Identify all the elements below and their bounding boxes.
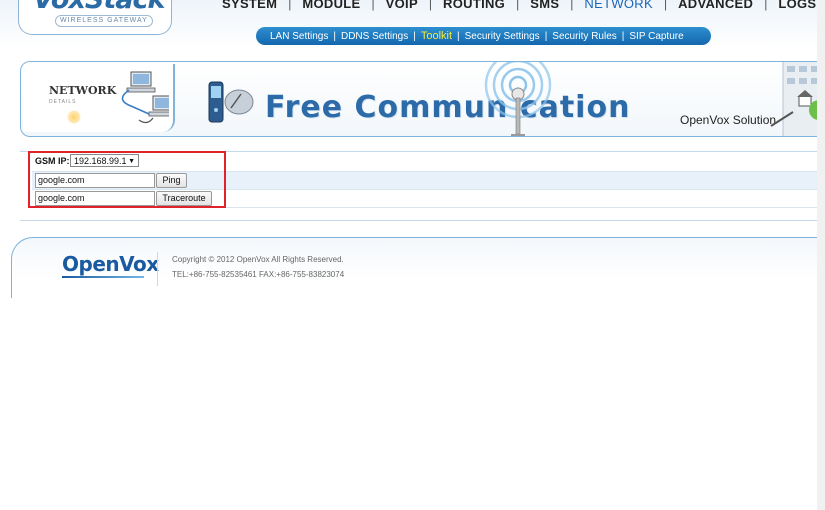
antenna-icon [484,62,552,136]
nav-separator: | [570,0,574,11]
brand-subtitle: WIRELESS GATEWAY [55,15,153,27]
footer-logo-underline [62,276,144,278]
sub-nav: LAN Settings | DDNS Settings | Toolkit |… [256,27,711,45]
subnav-toolkit[interactable]: Toolkit [421,30,452,42]
footer-contact: TEL:+86-755-82535461 FAX:+86-755-8382307… [172,270,345,279]
subnav-security-rules[interactable]: Security Rules [552,31,616,42]
nav-sms[interactable]: SMS [530,0,559,11]
subnav-security-settings[interactable]: Security Settings [465,31,540,42]
nav-network[interactable]: NETWORK [584,0,653,11]
section-header: NETWORK DETAILS [23,64,175,132]
header: VoxStack WIRELESS GATEWAY SYSTEM | MODUL… [0,0,825,48]
subnav-ddns-settings[interactable]: DDNS Settings [341,31,408,42]
section-subtitle: DETAILS [49,99,77,105]
footer-copyright: Copyright © 2012 OpenVox All Rights Rese… [172,255,344,264]
subnav-separator: | [413,30,416,42]
main-nav: SYSTEM | MODULE | VOIP | ROUTING | SMS |… [222,0,816,11]
subnav-separator: | [621,30,625,42]
scrollbar[interactable] [817,0,825,510]
subnav-lan-settings[interactable]: LAN Settings [270,31,328,42]
subnav-separator: | [544,30,548,42]
highlight-box [28,151,226,208]
nav-separator: | [663,0,668,11]
footer-divider [157,252,158,286]
banner: NETWORK DETAILS Free Commun cation OpenV [20,61,825,137]
nav-module[interactable]: MODULE [302,0,360,11]
nav-routing[interactable]: ROUTING [443,0,505,11]
nav-separator: | [516,0,520,11]
sun-icon [67,110,81,124]
nav-advanced[interactable]: ADVANCED [678,0,753,11]
network-computers-icon [121,71,169,124]
nav-voip[interactable]: VOIP [386,0,418,11]
subnav-separator: | [333,30,336,42]
nav-separator: | [764,0,768,11]
banner-slogan: Free Commun cation [265,90,631,125]
subnav-separator: | [457,30,460,42]
brand-logo[interactable]: VoxStack WIRELESS GATEWAY [18,0,172,35]
nav-system[interactable]: SYSTEM [222,0,277,11]
nav-separator: | [288,0,292,11]
nav-separator: | [371,0,375,11]
banner-solution-text: OpenVox Solution [680,113,777,127]
panel-bottom-border [20,220,825,221]
footer-logo: OpenVox [62,252,159,276]
mobile-phone-icon [208,81,254,123]
section-title: NETWORK [49,84,117,97]
nav-separator: | [428,0,433,11]
footer: OpenVox Copyright © 2012 OpenVox All Rig… [11,237,825,298]
building-icon [770,62,825,136]
subnav-sip-capture[interactable]: SIP Capture [629,31,683,42]
nav-logs[interactable]: LOGS [778,0,816,11]
brand-name: VoxStack [33,0,165,15]
